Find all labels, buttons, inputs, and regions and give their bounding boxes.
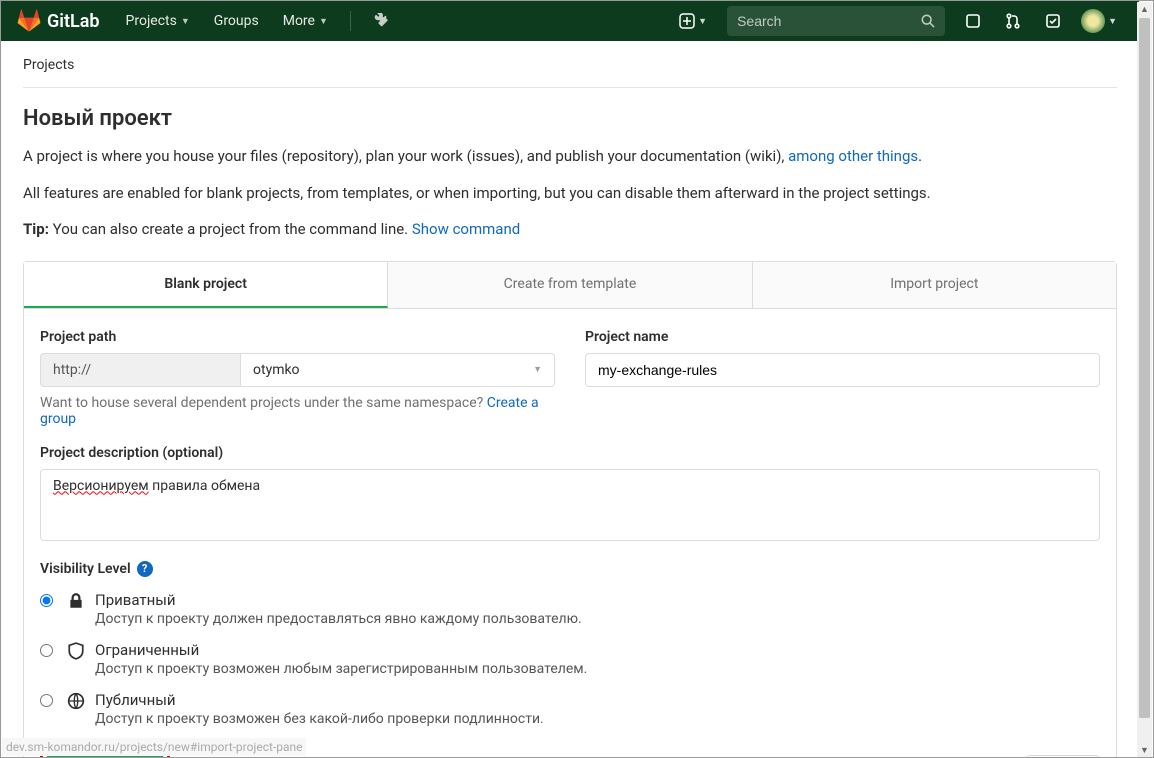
cancel-button[interactable]: Cancel xyxy=(1026,755,1100,758)
nav-divider xyxy=(350,11,351,31)
vis-title: Ограниченный xyxy=(95,641,587,659)
todos-icon[interactable] xyxy=(1035,1,1071,41)
intro-tip: Tip: You can also create a project from … xyxy=(23,218,1117,241)
scrollbar-thumb[interactable] xyxy=(1139,18,1150,718)
intro-line-2: All features are enabled for blank proje… xyxy=(23,182,1117,205)
vis-desc: Доступ к проекту возможен любым зарегист… xyxy=(95,661,587,677)
visibility-internal[interactable]: Ограниченный Доступ к проекту возможен л… xyxy=(40,641,1100,677)
nav-more[interactable]: More▼ xyxy=(273,1,338,41)
top-navbar: GitLab Projects▼ Groups More▼ ▼ xyxy=(1,1,1139,41)
project-name-label: Project name xyxy=(585,329,1100,345)
namespace-value: otymko xyxy=(253,362,300,378)
tab-create-from-template[interactable]: Create from template xyxy=(388,262,752,308)
scroll-down-icon[interactable]: ▼ xyxy=(1137,743,1152,758)
scroll-up-icon[interactable]: ▲ xyxy=(1137,2,1152,17)
globe-icon xyxy=(67,692,85,710)
radio-internal[interactable] xyxy=(40,644,53,657)
namespace-help: Want to house several dependent projects… xyxy=(40,395,555,427)
vis-desc: Доступ к проекту возможен без какой-либо… xyxy=(95,711,544,727)
shield-icon xyxy=(67,642,85,660)
user-menu[interactable]: ▼ xyxy=(1075,1,1123,41)
visibility-private[interactable]: Приватный Доступ к проекту должен предос… xyxy=(40,591,1100,627)
project-form: Project path http:// otymko ▼ Want to ho… xyxy=(23,309,1117,758)
breadcrumb[interactable]: Projects xyxy=(23,57,1117,88)
among-other-things-link[interactable]: among other things xyxy=(788,147,918,165)
brand-text: GitLab xyxy=(47,11,100,32)
plus-icon xyxy=(679,13,695,29)
chevron-down-icon: ▼ xyxy=(533,364,542,375)
merge-requests-icon[interactable] xyxy=(995,1,1031,41)
help-icon[interactable]: ? xyxy=(137,561,153,577)
search-box[interactable] xyxy=(727,6,945,36)
vis-title: Приватный xyxy=(95,591,582,609)
tanuki-icon xyxy=(17,9,41,33)
issues-icon[interactable] xyxy=(955,1,991,41)
avatar xyxy=(1081,9,1105,33)
search-icon xyxy=(921,14,935,28)
gitlab-logo[interactable]: GitLab xyxy=(17,9,100,33)
scrollbar[interactable]: ▲ ▼ xyxy=(1137,2,1152,758)
nav-projects[interactable]: Projects▼ xyxy=(116,1,200,41)
description-label: Project description (optional) xyxy=(40,445,1100,461)
project-path-label: Project path xyxy=(40,329,555,345)
chevron-down-icon: ▼ xyxy=(698,16,707,27)
vis-title: Публичный xyxy=(95,691,544,709)
description-textarea[interactable]: Версионируем правила обмена xyxy=(40,469,1100,541)
radio-private[interactable] xyxy=(40,594,53,607)
path-prefix: http:// xyxy=(40,353,240,387)
tab-import-project[interactable]: Import project xyxy=(753,262,1116,308)
chevron-down-icon: ▼ xyxy=(181,16,190,27)
radio-public[interactable] xyxy=(40,694,53,707)
admin-wrench-icon[interactable] xyxy=(363,1,399,41)
vis-desc: Доступ к проекту должен предоставляться … xyxy=(95,611,582,627)
chevron-down-icon: ▼ xyxy=(319,16,328,27)
visibility-public[interactable]: Публичный Доступ к проекту возможен без … xyxy=(40,691,1100,727)
tab-blank-project[interactable]: Blank project xyxy=(24,262,388,308)
visibility-label: Visibility Level ? xyxy=(40,561,1100,577)
new-dropdown[interactable]: ▼ xyxy=(669,1,717,41)
lock-icon xyxy=(67,592,85,610)
show-command-link[interactable]: Show command xyxy=(412,220,520,238)
intro-line-1: A project is where you house your files … xyxy=(23,145,1117,168)
project-name-input[interactable] xyxy=(585,353,1100,387)
status-bar-url: dev.sm-komandor.ru/projects/new#import-p… xyxy=(2,738,306,756)
nav-groups[interactable]: Groups xyxy=(204,1,269,41)
search-input[interactable] xyxy=(737,13,921,29)
project-tabs: Blank project Create from template Impor… xyxy=(23,261,1117,309)
chevron-down-icon: ▼ xyxy=(1108,16,1117,27)
page-title: Новый проект xyxy=(23,106,1117,131)
namespace-select[interactable]: otymko ▼ xyxy=(240,353,555,387)
